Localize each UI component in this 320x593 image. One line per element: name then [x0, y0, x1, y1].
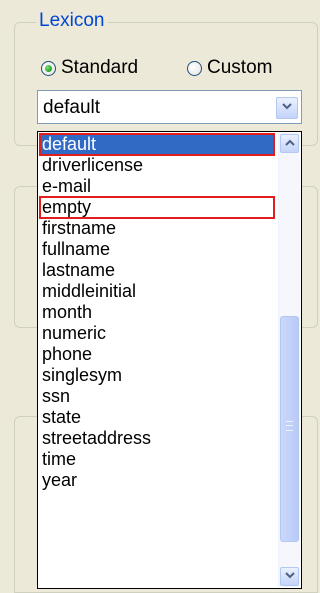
dropdown-item[interactable]: streetaddress — [40, 428, 274, 449]
radio-standard-label[interactable]: Standard — [61, 57, 138, 79]
dropdown-item[interactable]: state — [40, 407, 274, 428]
dropdown-item[interactable]: fullname — [40, 239, 274, 260]
lexicon-combobox[interactable]: default — [37, 90, 302, 124]
dropdown-item[interactable]: driverlicense — [40, 155, 274, 176]
lexicon-combobox-value: default — [43, 97, 101, 118]
dropdown-items: default driverlicense e-mail empty firstname… — [39, 133, 275, 491]
dropdown-item[interactable]: default — [39, 133, 275, 156]
dropdown-item[interactable]: time — [40, 449, 274, 470]
lexicon-groupbox-title: Lexicon — [36, 10, 108, 32]
dropdown-item[interactable]: lastname — [40, 260, 274, 281]
dropdown-item[interactable]: numeric — [40, 323, 274, 344]
chevron-down-icon — [282, 103, 292, 113]
grip-icon — [286, 421, 293, 431]
radio-standard-icon[interactable] — [41, 60, 56, 76]
radio-custom-option[interactable]: Custom — [187, 55, 272, 81]
dropdown-scrollbar[interactable] — [278, 133, 300, 587]
dropdown-item[interactable]: phone — [40, 344, 274, 365]
radio-custom-label[interactable]: Custom — [207, 57, 272, 79]
lexicon-dropdown-list[interactable]: default driverlicense e-mail empty firstname… — [37, 131, 302, 589]
dropdown-item[interactable]: month — [40, 302, 274, 323]
chevron-up-icon — [284, 139, 295, 149]
scroll-up-button[interactable] — [280, 134, 299, 153]
dropdown-item[interactable]: ssn — [40, 386, 274, 407]
chevron-down-icon — [284, 571, 295, 582]
dropdown-item[interactable]: firstname — [40, 218, 274, 239]
scrollbar-thumb[interactable] — [280, 316, 299, 542]
combo-dropdown-button[interactable] — [276, 97, 298, 119]
dropdown-item[interactable]: e-mail — [40, 176, 274, 197]
lexicon-groupbox — [14, 22, 318, 146]
dropdown-item[interactable]: singlesym — [40, 365, 274, 386]
radio-standard-option[interactable]: Standard — [41, 55, 138, 81]
scroll-down-button[interactable] — [280, 567, 299, 586]
radio-custom-icon[interactable] — [187, 60, 202, 76]
dropdown-item[interactable]: year — [40, 470, 274, 491]
dropdown-item[interactable]: middleinitial — [40, 281, 274, 302]
dropdown-item[interactable]: empty — [39, 196, 275, 219]
